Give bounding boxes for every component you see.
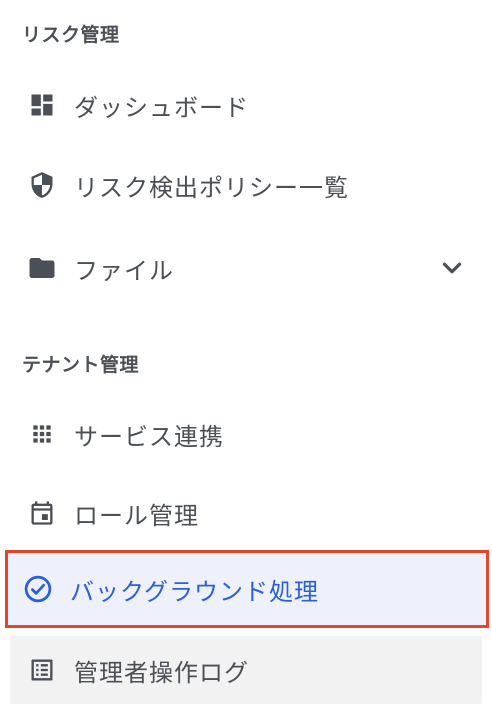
sidebar-item-label: リスク検出ポリシー一覧 <box>74 173 349 202</box>
chevron-down-icon[interactable] <box>436 252 468 284</box>
sidebar-item-label: ファイル <box>74 256 174 285</box>
sidebar-item-role-management[interactable]: ロール管理 <box>10 480 482 546</box>
section-title-risk: リスク管理 <box>22 24 120 46</box>
sidebar-item-background-processing[interactable]: バックグラウンド処理 <box>5 550 489 628</box>
sidebar-item-service-integration[interactable]: サービス連携 <box>10 401 482 467</box>
list-alt-icon <box>26 654 58 686</box>
sidebar-item-label: 管理者操作ログ <box>74 658 249 687</box>
sidebar-item-label: ロール管理 <box>74 501 199 530</box>
sidebar-item-admin-logs[interactable]: 管理者操作ログ <box>10 636 482 704</box>
sidebar-item-risk-policies[interactable]: リスク検出ポリシー一覧 <box>10 152 482 218</box>
check-circle-icon <box>22 573 54 605</box>
sidebar-item-dashboard[interactable]: ダッシュボード <box>10 72 482 138</box>
calendar-icon <box>26 497 58 529</box>
sidebar-item-label: ダッシュボード <box>74 93 249 122</box>
sidebar-item-label: サービス連携 <box>74 422 224 451</box>
apps-grid-icon <box>26 418 58 450</box>
section-title-tenant: テナント管理 <box>22 354 140 376</box>
shield-icon <box>26 169 58 201</box>
folder-icon <box>26 252 58 284</box>
sidebar-item-label: バックグラウンド処理 <box>70 577 320 606</box>
sidebar-item-files[interactable]: ファイル <box>10 235 482 301</box>
dashboard-icon <box>26 89 58 121</box>
